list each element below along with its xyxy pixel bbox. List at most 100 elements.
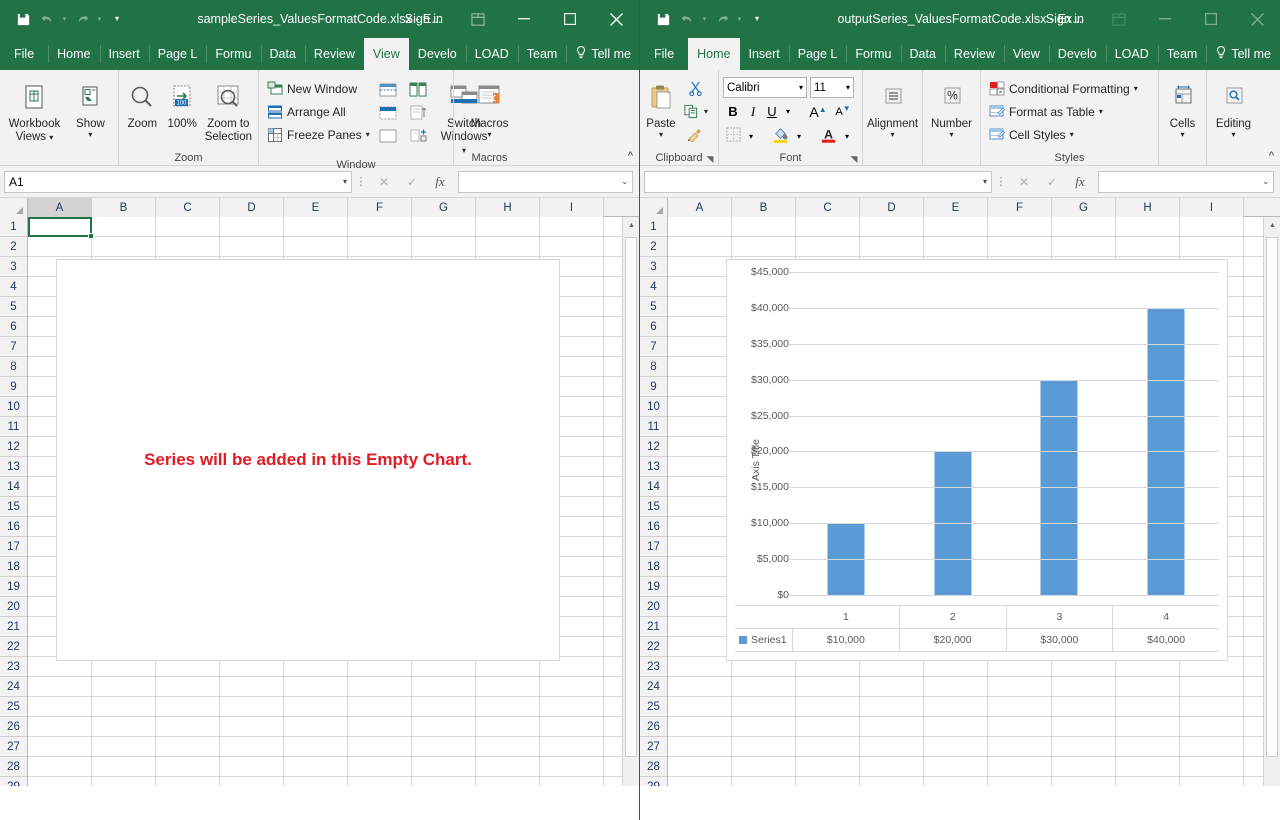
enter-icon[interactable]: ✓ bbox=[1038, 171, 1066, 193]
tab-data[interactable]: Data bbox=[260, 38, 305, 70]
tab-view[interactable]: View bbox=[1003, 38, 1049, 70]
row-header[interactable]: 6 bbox=[0, 317, 27, 337]
row-header[interactable]: 4 bbox=[0, 277, 27, 297]
tab-team[interactable]: Team bbox=[517, 38, 567, 70]
vertical-scrollbar[interactable]: ▲ bbox=[1263, 217, 1280, 786]
clipboard-dialog-launcher-icon[interactable]: ◥ bbox=[704, 153, 716, 165]
font-name-caret-icon[interactable]: ▾ bbox=[799, 83, 803, 92]
tab-developer[interactable]: Develo bbox=[409, 38, 466, 70]
scrollbar-thumb[interactable] bbox=[625, 237, 637, 757]
row-header[interactable]: 1 bbox=[0, 217, 27, 237]
zoom-to-selection-button[interactable]: Zoom to Selection bbox=[203, 75, 254, 144]
font-size-caret-icon[interactable]: ▾ bbox=[846, 83, 850, 92]
undo-icon[interactable] bbox=[36, 7, 58, 31]
row-header[interactable]: 1 bbox=[640, 217, 667, 237]
row-header[interactable]: 23 bbox=[0, 657, 27, 677]
paste-button[interactable]: Paste ▾ bbox=[644, 75, 678, 139]
font-dialog-launcher-icon[interactable]: ◥ bbox=[848, 153, 860, 165]
row-header[interactable]: 10 bbox=[640, 397, 667, 417]
row-header[interactable]: 15 bbox=[0, 497, 27, 517]
select-all-corner[interactable] bbox=[0, 198, 28, 217]
redo-dropdown-icon[interactable]: ▾ bbox=[95, 7, 104, 31]
row-header[interactable]: 18 bbox=[640, 557, 667, 577]
save-icon[interactable] bbox=[12, 7, 34, 31]
row-header[interactable]: 5 bbox=[0, 297, 27, 317]
row-header[interactable]: 7 bbox=[640, 337, 667, 357]
name-box-caret-icon[interactable]: ▾ bbox=[343, 177, 347, 186]
tab-load[interactable]: LOAD bbox=[465, 38, 518, 70]
ribbon-display-options-icon[interactable] bbox=[1096, 0, 1142, 38]
collapse-ribbon-icon[interactable]: ^ bbox=[628, 150, 633, 162]
row-header[interactable]: 10 bbox=[0, 397, 27, 417]
borders-caret-icon[interactable]: ▾ bbox=[745, 132, 757, 141]
row-header[interactable]: 15 bbox=[640, 497, 667, 517]
row-header[interactable]: 13 bbox=[0, 457, 27, 477]
maximize-icon[interactable] bbox=[547, 0, 593, 38]
copy-caret-icon[interactable]: ▾ bbox=[704, 107, 708, 116]
font-size-combobox[interactable]: 11 ▾ bbox=[810, 77, 854, 98]
view-side-by-side-button[interactable] bbox=[403, 78, 433, 101]
bar-chart[interactable]: Axis Title $0 $5,000 $10,000 $15,000 $20,000… bbox=[727, 260, 1227, 660]
formula-bar-expand-icon[interactable]: ⌄ bbox=[621, 177, 628, 186]
tab-file[interactable]: File bbox=[0, 38, 48, 70]
row-header[interactable]: 17 bbox=[0, 537, 27, 557]
font-name-combobox[interactable]: Calibri ▾ bbox=[723, 77, 807, 98]
row-header[interactable]: 20 bbox=[640, 597, 667, 617]
column-header-h[interactable]: H bbox=[476, 198, 540, 217]
row-header[interactable]: 2 bbox=[0, 237, 27, 257]
tab-formulas[interactable]: Formu bbox=[206, 38, 260, 70]
column-header-c[interactable]: C bbox=[796, 198, 860, 217]
row-header[interactable]: 17 bbox=[640, 537, 667, 557]
customize-quick-access-icon[interactable]: ▾ bbox=[106, 7, 128, 31]
tab-file[interactable]: File bbox=[640, 38, 688, 70]
formula-input[interactable]: ⌄ bbox=[1098, 170, 1274, 193]
show-button[interactable]: Show ▾ bbox=[67, 75, 114, 139]
tab-data[interactable]: Data bbox=[900, 38, 945, 70]
vertical-scrollbar[interactable]: ▲ bbox=[622, 217, 639, 786]
sign-in-button[interactable]: Sign in bbox=[1034, 12, 1096, 26]
tab-formulas[interactable]: Formu bbox=[846, 38, 900, 70]
synchronous-scrolling-button[interactable] bbox=[403, 101, 433, 124]
redo-dropdown-icon[interactable]: ▾ bbox=[735, 7, 744, 31]
close-icon[interactable] bbox=[593, 0, 639, 38]
row-header[interactable]: 22 bbox=[640, 637, 667, 657]
tab-insert[interactable]: Insert bbox=[99, 38, 149, 70]
row-header[interactable]: 19 bbox=[0, 577, 27, 597]
fill-color-caret-icon[interactable]: ▾ bbox=[793, 132, 805, 141]
format-as-table-caret-icon[interactable]: ▾ bbox=[1099, 107, 1103, 116]
undo-dropdown-icon[interactable]: ▾ bbox=[700, 7, 709, 31]
tab-review[interactable]: Review bbox=[304, 38, 364, 70]
tab-page-layout[interactable]: Page L bbox=[788, 38, 847, 70]
cells-area[interactable]: Axis Title $0 $5,000 $10,000 $15,000 $20,000… bbox=[668, 217, 1280, 786]
conditional-formatting-button[interactable]: ≠ Conditional Formatting ▾ bbox=[985, 77, 1141, 100]
row-header[interactable]: 6 bbox=[640, 317, 667, 337]
row-header[interactable]: 24 bbox=[0, 677, 27, 697]
column-header-g[interactable]: G bbox=[1052, 198, 1116, 217]
column-header-h[interactable]: H bbox=[1116, 198, 1180, 217]
row-header[interactable]: 16 bbox=[640, 517, 667, 537]
row-header[interactable]: 24 bbox=[640, 677, 667, 697]
format-as-table-button[interactable]: Format as Table ▾ bbox=[985, 100, 1106, 123]
editing-button[interactable]: Editing ▾ bbox=[1211, 75, 1256, 139]
row-header[interactable]: 26 bbox=[640, 717, 667, 737]
column-header-g[interactable]: G bbox=[412, 198, 476, 217]
row-header[interactable]: 16 bbox=[0, 517, 27, 537]
reset-window-position-button[interactable] bbox=[403, 124, 433, 147]
borders-button[interactable] bbox=[723, 126, 743, 147]
cancel-icon[interactable]: ✕ bbox=[1010, 171, 1038, 193]
zoom-100-button[interactable]: 100 100% bbox=[164, 75, 201, 131]
cell-styles-caret-icon[interactable]: ▾ bbox=[1070, 130, 1074, 139]
tell-me-box[interactable]: Tell me bbox=[1206, 38, 1280, 70]
row-header[interactable]: 3 bbox=[0, 257, 27, 277]
minimize-icon[interactable] bbox=[501, 0, 547, 38]
tab-home[interactable]: Home bbox=[48, 38, 99, 70]
tab-view[interactable]: View bbox=[363, 38, 409, 70]
row-header[interactable]: 22 bbox=[0, 637, 27, 657]
row-header[interactable]: 23 bbox=[640, 657, 667, 677]
workbook-views-button[interactable]: Workbook Views ▾ bbox=[4, 75, 65, 144]
fill-color-button[interactable] bbox=[769, 126, 791, 148]
minimize-icon[interactable] bbox=[1142, 0, 1188, 38]
formula-input[interactable]: ⌄ bbox=[458, 170, 633, 193]
number-button[interactable]: % Number ▾ bbox=[927, 75, 976, 139]
chart-object-bar[interactable]: Axis Title $0 $5,000 $10,000 $15,000 $20,000… bbox=[726, 259, 1228, 661]
